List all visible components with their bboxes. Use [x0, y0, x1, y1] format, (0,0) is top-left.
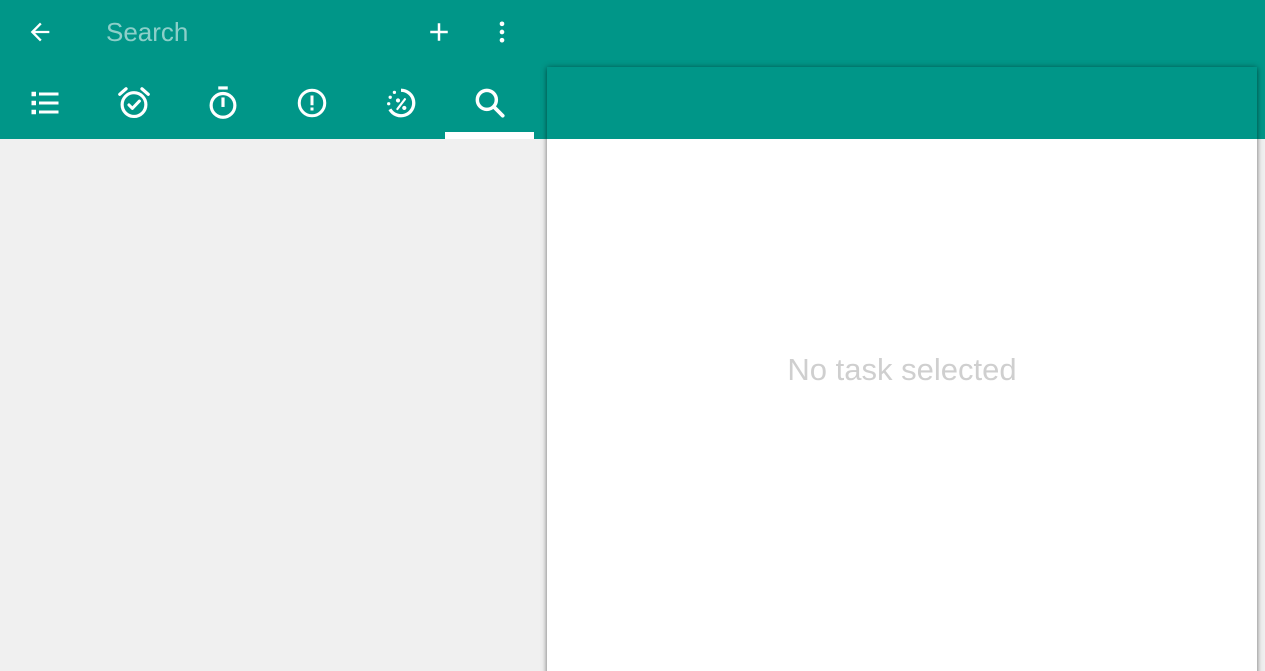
tab-progress[interactable]	[356, 66, 445, 139]
search-toolbar	[0, 0, 535, 66]
tab-reminders[interactable]	[89, 66, 178, 139]
progress-percent-icon	[386, 88, 415, 117]
more-options-button[interactable]	[480, 10, 524, 54]
tab-search[interactable]	[445, 66, 534, 139]
tab-timer[interactable]	[178, 66, 267, 139]
alert-circle-icon	[297, 88, 326, 117]
selected-tab-indicator	[445, 132, 534, 139]
task-detail-panel: No task selected	[547, 67, 1257, 671]
task-detail-header	[547, 67, 1257, 139]
search-input[interactable]	[106, 14, 396, 50]
alarm-check-icon	[117, 86, 150, 118]
stopwatch-icon	[209, 85, 236, 119]
plus-icon	[430, 23, 448, 41]
task-list	[0, 139, 536, 671]
empty-state-message: No task selected	[787, 352, 1017, 387]
app-window: No task selected	[0, 0, 1265, 671]
back-button[interactable]	[18, 10, 62, 54]
list-icon	[31, 91, 58, 114]
more-vert-icon	[499, 21, 505, 43]
arrow-back-icon	[30, 22, 50, 42]
add-task-button[interactable]	[417, 10, 461, 54]
tab-list[interactable]	[0, 66, 89, 139]
search-icon	[475, 88, 505, 118]
tab-priority[interactable]	[267, 66, 356, 139]
tab-bar	[0, 66, 535, 139]
